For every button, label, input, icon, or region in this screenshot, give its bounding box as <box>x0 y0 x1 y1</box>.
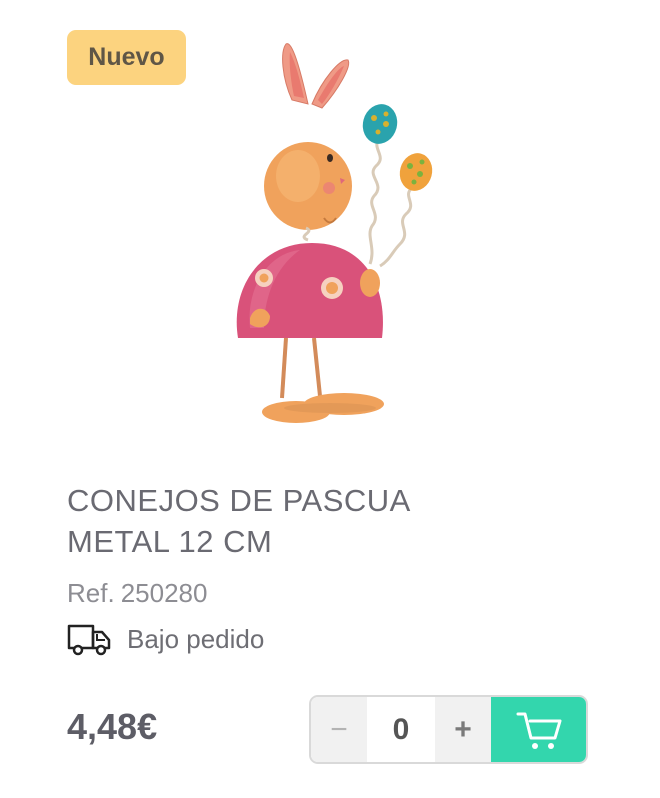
product-price: 4,48€ <box>67 706 158 747</box>
cart-icon <box>516 712 561 749</box>
product-reference: Ref. 250280 <box>67 578 207 609</box>
badge-label: Nuevo <box>88 43 165 71</box>
new-badge: Nuevo <box>67 30 186 85</box>
ref-number: 250280 <box>120 578 208 608</box>
product-title[interactable]: CONEJOS DE PASCUA METAL 12 CM <box>67 480 587 562</box>
product-title-line-2: METAL 12 CM <box>67 524 273 559</box>
product-image[interactable] <box>220 38 450 430</box>
delivery-status: Bajo pedido <box>67 622 264 656</box>
decrease-quantity-button[interactable]: − <box>311 697 367 762</box>
product-card: Nuevo CONEJOS DE PASCUA METAL 12 CM Ref.… <box>0 0 660 798</box>
product-title-line-1: CONEJOS DE PASCUA <box>67 483 411 518</box>
quantity-stepper: − + <box>309 695 588 764</box>
truck-icon <box>67 624 111 656</box>
increase-quantity-button[interactable]: + <box>435 697 491 762</box>
add-to-cart-button[interactable] <box>491 697 586 762</box>
quantity-input[interactable] <box>367 697 435 762</box>
delivery-status-text: Bajo pedido <box>127 623 265 654</box>
ref-label: Ref. <box>67 578 115 608</box>
